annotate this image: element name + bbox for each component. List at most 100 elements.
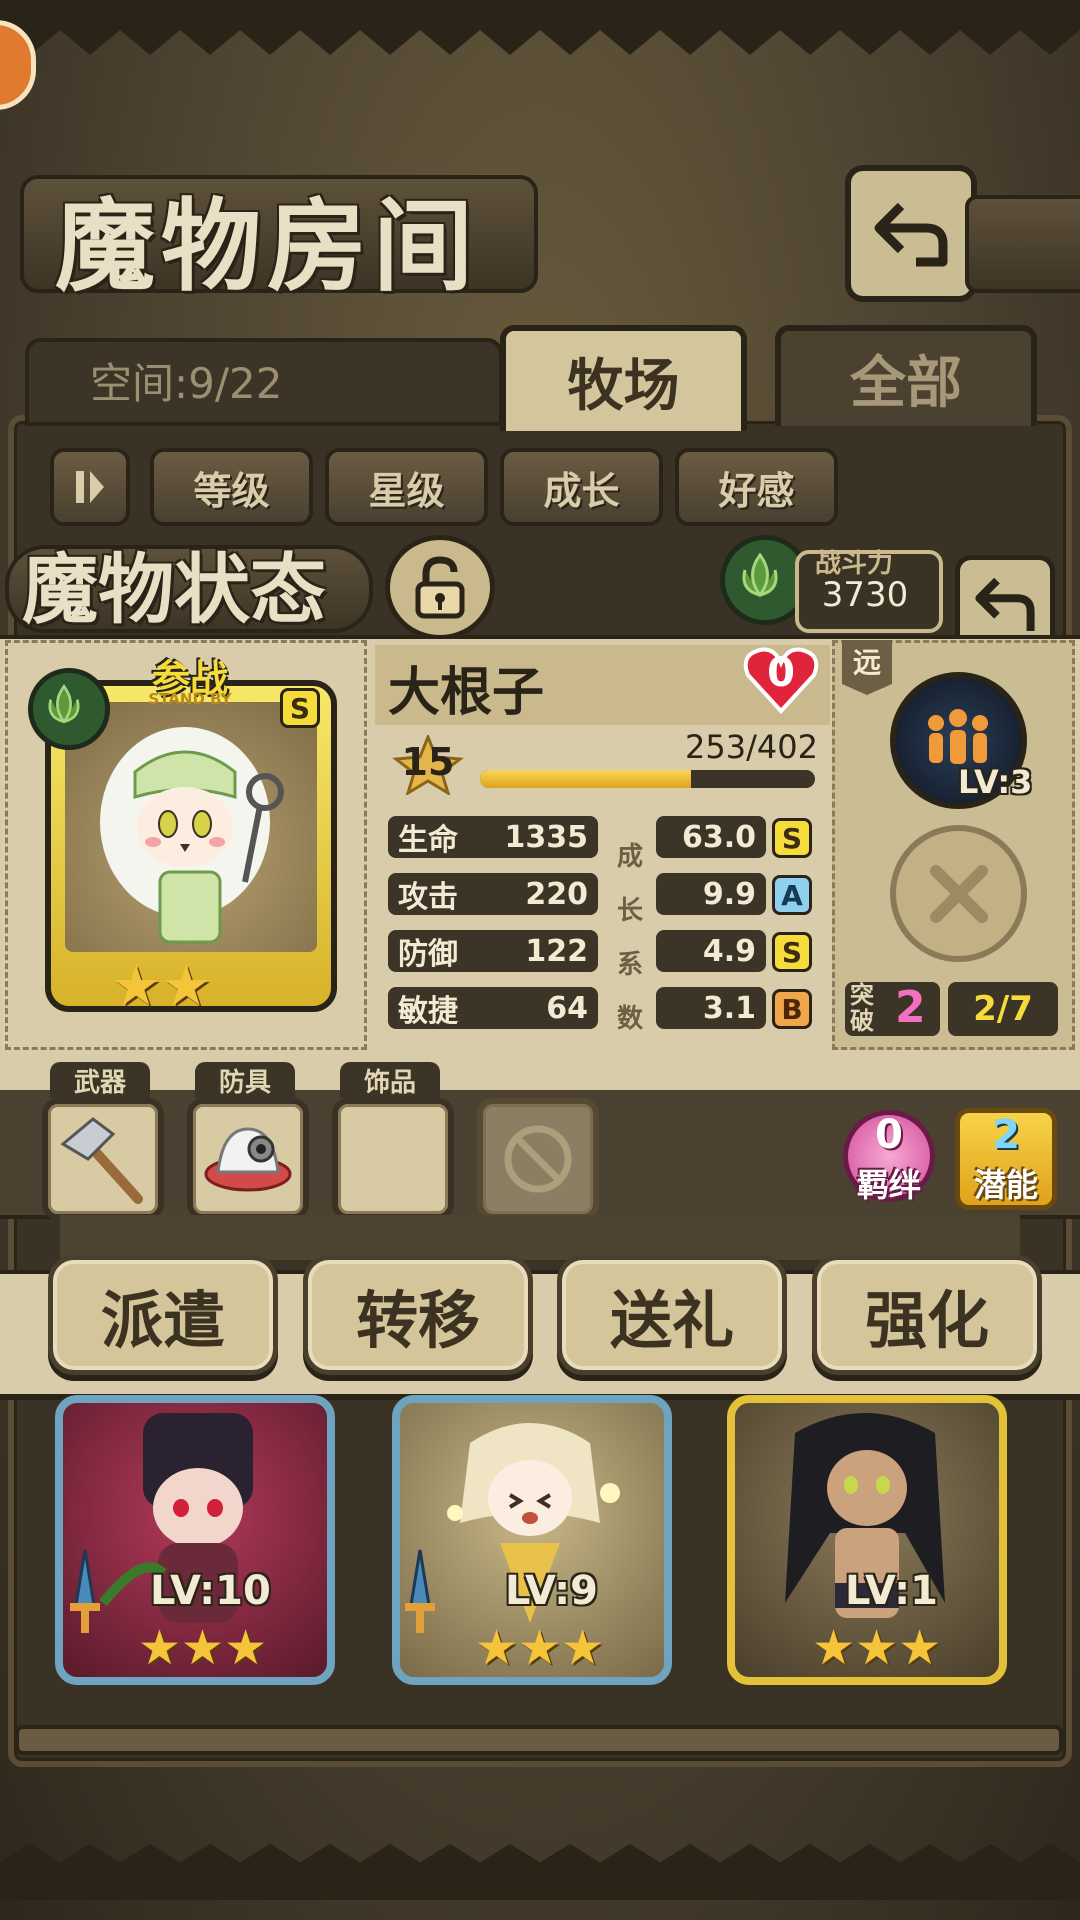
bottom-zigzag-border (0, 1843, 1080, 1900)
growth-grade-badge: A (772, 875, 812, 915)
enhance-button[interactable]: 强化 (812, 1255, 1042, 1375)
page-title: 魔物房间 (55, 188, 479, 305)
monster-name: 大根子 (388, 663, 545, 723)
sort-toggle-button[interactable] (50, 448, 130, 526)
tab-ranch-label: 牧场 (567, 353, 680, 419)
standby-sub: STAND BY (148, 690, 232, 708)
tab-all-label: 全部 (850, 351, 962, 416)
growth-char: 成 (617, 842, 644, 872)
stat-box: 攻击 220 (388, 873, 598, 915)
stat-value: 122 (525, 933, 588, 969)
card-grade: S (280, 688, 320, 728)
breakthrough-value: 2 (895, 982, 926, 1033)
stat-value: 1335 (504, 819, 589, 855)
stat-value: 220 (525, 876, 588, 912)
hat-icon (204, 1127, 292, 1192)
breakthrough-label-1: 突 (850, 981, 874, 1009)
back-button[interactable] (845, 165, 977, 302)
stat-label: 防御 (398, 937, 458, 972)
weapon-slot[interactable] (42, 1098, 164, 1220)
sort-level-button[interactable]: 等级 (150, 448, 313, 526)
sort-affection-button[interactable]: 好感 (675, 448, 838, 526)
sort-growth-button[interactable]: 成长 (500, 448, 663, 526)
range-tag: 远 (842, 640, 892, 695)
exp-text: 253/402 (685, 728, 818, 766)
sword-icon (70, 1549, 100, 1633)
breakthrough-progress: 2/7 (948, 982, 1058, 1036)
leaf-icon (48, 684, 80, 724)
monster-card-2-level: LV:9 (505, 1568, 598, 1614)
tab-all[interactable]: 全部 (775, 325, 1037, 426)
growth-char: 系 (617, 950, 644, 980)
hidden-card-strip (60, 1215, 1020, 1260)
monster-card-1-stars: ★★★ (138, 1620, 268, 1676)
power-value: 3730 (821, 575, 909, 615)
level-value: 15 (401, 740, 455, 784)
growth-grade-badge: B (772, 989, 812, 1029)
growth-grade-badge: S (772, 818, 812, 858)
tab-ranch[interactable]: 牧场 (500, 325, 747, 431)
breakthrough-label: 突 破 (850, 982, 874, 1034)
exp-bar-fill (480, 770, 692, 788)
exp-bar (480, 770, 815, 788)
return-arrow-icon (975, 577, 1035, 631)
growth-value: 3.1 (656, 987, 766, 1029)
stat-label: 生命 (398, 823, 458, 858)
close-x-icon (929, 864, 988, 923)
growth-grade-badge: S (772, 932, 812, 972)
lock-button[interactable] (385, 535, 495, 640)
sort-direction-icon (76, 471, 104, 503)
stat-row: 生命 1335 63.0 S (388, 816, 818, 862)
top-zigzag-border (0, 0, 1080, 55)
return-arrow-icon (874, 202, 948, 266)
weapon-label: 武器 (50, 1062, 150, 1098)
empty-skill-slot[interactable] (890, 825, 1027, 962)
affection-value: 0 (767, 650, 795, 696)
stat-value: 64 (546, 990, 588, 1026)
growth-value: 9.9 (656, 873, 766, 915)
sort-star-button[interactable]: 星级 (325, 448, 488, 526)
locked-slot (477, 1098, 599, 1220)
growth-coefficient-label: 成 长 系 数 (617, 830, 644, 1046)
monster-card-3-level: LV:1 (845, 1568, 938, 1614)
stat-box: 防御 122 (388, 930, 598, 972)
prohibited-icon (504, 1125, 572, 1193)
stat-label: 攻击 (398, 880, 458, 915)
accessory-slot[interactable] (332, 1098, 454, 1220)
monster-card-2-stars: ★★★ (475, 1620, 605, 1676)
stat-box: 生命 1335 (388, 816, 598, 858)
growth-char: 数 (617, 1004, 644, 1034)
bottom-rail (15, 1725, 1063, 1755)
accessory-label: 饰品 (340, 1062, 440, 1098)
stat-label: 敏捷 (398, 994, 458, 1029)
skill-level: LV:3 (958, 763, 1033, 801)
growth-value: 63.0 (656, 816, 766, 858)
armor-label: 防具 (195, 1062, 295, 1098)
radish-girl-sprite (100, 727, 284, 944)
monster-card-1-level: LV:10 (150, 1568, 271, 1614)
armor-slot[interactable] (187, 1098, 309, 1220)
space-label: 空间:9/22 (90, 359, 283, 408)
hammer-icon (60, 1117, 143, 1204)
potential-label: 潜能 (973, 1166, 1038, 1204)
breakthrough-label-2: 破 (850, 1007, 874, 1035)
stat-row: 攻击 220 9.9 A (388, 873, 818, 919)
sword-icon (405, 1549, 435, 1633)
bond-label: 羁绊 (856, 1166, 921, 1204)
dispatch-button[interactable]: 派遣 (48, 1255, 278, 1375)
growth-char: 长 (617, 896, 644, 926)
stat-box: 敏捷 64 (388, 987, 598, 1029)
growth-value: 4.9 (656, 930, 766, 972)
back-button-rail (965, 195, 1080, 293)
monster-card-3-stars: ★★★ (812, 1620, 942, 1676)
status-title: 魔物状态 (22, 545, 326, 634)
gift-button[interactable]: 送礼 (557, 1255, 787, 1375)
bond-count: 0 (875, 1112, 903, 1158)
potential-count: 2 (992, 1112, 1020, 1158)
element-badge (28, 668, 110, 750)
leaf-icon (742, 552, 778, 598)
padlock-open-icon (415, 555, 465, 618)
stat-row: 敏捷 64 3.1 B (388, 987, 818, 1033)
stat-row: 防御 122 4.9 S (388, 930, 818, 976)
transfer-button[interactable]: 转移 (303, 1255, 533, 1375)
